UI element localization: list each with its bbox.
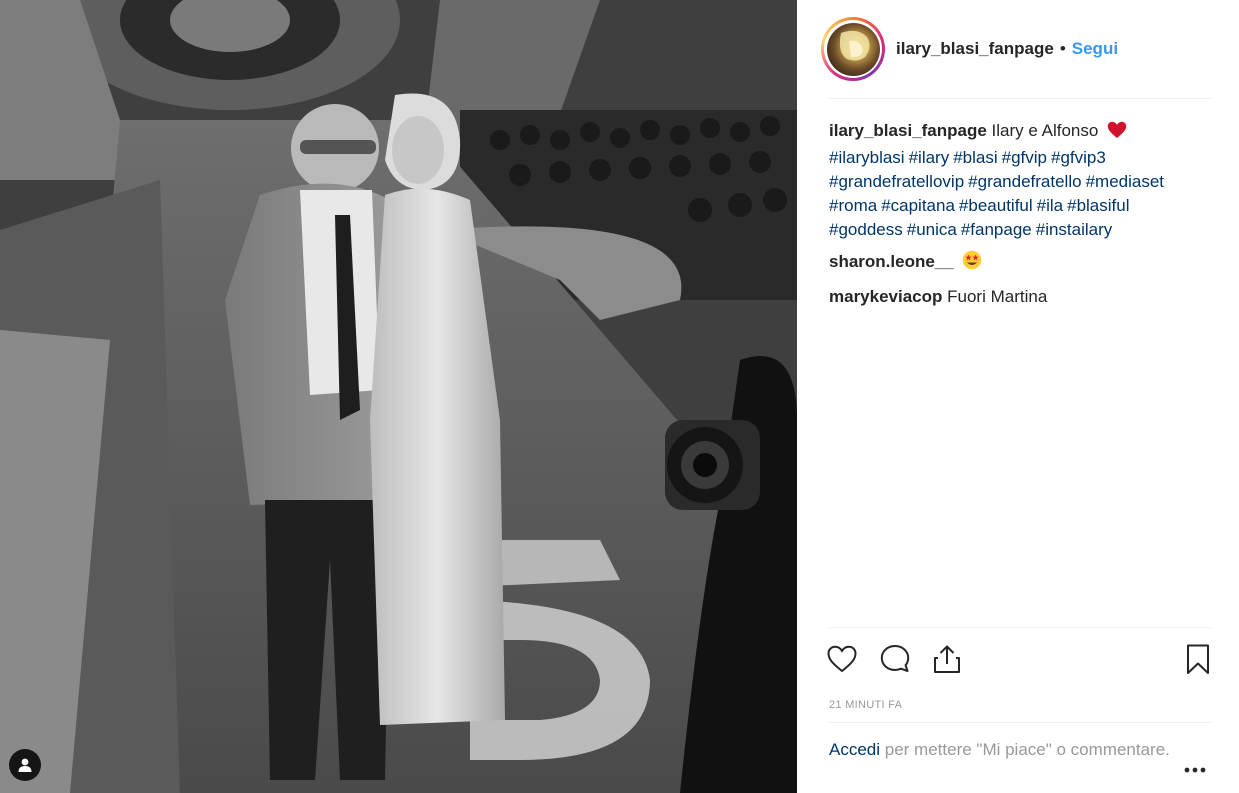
avatar-image [826, 22, 880, 76]
red-heart-icon [1107, 121, 1127, 146]
hashtag-link[interactable]: #fanpage [961, 220, 1032, 239]
hashtag-link[interactable]: #grandefratello [968, 172, 1081, 191]
hashtag-link[interactable]: #capitana [881, 196, 955, 215]
comment-icon[interactable] [878, 642, 912, 676]
hashtag-link[interactable]: #instailary [1036, 220, 1113, 239]
caption: ilary_blasi_fanpage Ilary e Alfonso #ila… [829, 119, 1211, 242]
hashtag-link[interactable]: #ila [1037, 196, 1063, 215]
heart-icon[interactable] [825, 642, 859, 676]
hashtag-link[interactable]: #mediaset [1086, 172, 1164, 191]
hashtag-link[interactable]: #ilary [909, 148, 950, 167]
hashtag-link[interactable]: #unica [907, 220, 957, 239]
hashtag-link[interactable]: #roma [829, 196, 877, 215]
share-icon[interactable] [930, 642, 964, 676]
hashtag-link[interactable]: #goddess [829, 220, 903, 239]
post-header: ilary_blasi_fanpage • Segui [821, 0, 1211, 99]
header-separator: • [1059, 39, 1066, 58]
instagram-post: ilary_blasi_fanpage • Segui ilary_blasi_… [0, 0, 1239, 793]
photo-image [0, 0, 797, 793]
user-tag-icon[interactable] [9, 749, 41, 781]
hashtag-link[interactable]: #gfvip [1002, 148, 1047, 167]
comment-item: sharon.leone__ [829, 250, 1211, 277]
comment-username[interactable]: sharon.leone__ [829, 252, 954, 271]
comment-username[interactable]: marykeviacop [829, 287, 942, 306]
bookmark-icon[interactable] [1181, 642, 1215, 676]
caption-username[interactable]: ilary_blasi_fanpage [829, 121, 987, 140]
login-link[interactable]: Accedi [829, 740, 880, 759]
login-prompt-text: per mettere "Mi piace" o commentare. [880, 740, 1170, 759]
caption-text: Ilary e Alfonso [991, 121, 1099, 140]
hashtag-link[interactable]: #beautiful [959, 196, 1033, 215]
comments-section: ilary_blasi_fanpage Ilary e Alfonso #ila… [829, 99, 1211, 627]
hashtag-link[interactable]: #ilaryblasi [829, 148, 905, 167]
hashtag-link[interactable]: #blasi [953, 148, 997, 167]
more-options-icon[interactable] [1183, 757, 1207, 781]
header-username[interactable]: ilary_blasi_fanpage [896, 39, 1054, 59]
post-timestamp: 21 MINUTI FA [829, 699, 903, 711]
action-bar [827, 627, 1211, 689]
post-photo[interactable] [0, 0, 797, 793]
follow-button[interactable]: Segui [1072, 39, 1118, 59]
hashtag-link[interactable]: #blasiful [1067, 196, 1129, 215]
hashtag-link[interactable]: #grandefratellovip [829, 172, 964, 191]
hashtag-link[interactable]: #gfvip3 [1051, 148, 1106, 167]
login-prompt: Accedi per mettere "Mi piace" o commenta… [829, 722, 1211, 773]
comment-item: marykeviacop Fuori Martina [829, 285, 1211, 309]
comment-text: Fuori Martina [947, 287, 1048, 306]
caption-hashtags: #ilaryblasi #ilary #blasi #gfvip #gfvip3 #gr… [829, 146, 1211, 242]
post-sidebar: ilary_blasi_fanpage • Segui ilary_blasi_… [797, 0, 1239, 793]
profile-avatar[interactable] [821, 17, 885, 81]
star-struck-icon [962, 250, 982, 277]
